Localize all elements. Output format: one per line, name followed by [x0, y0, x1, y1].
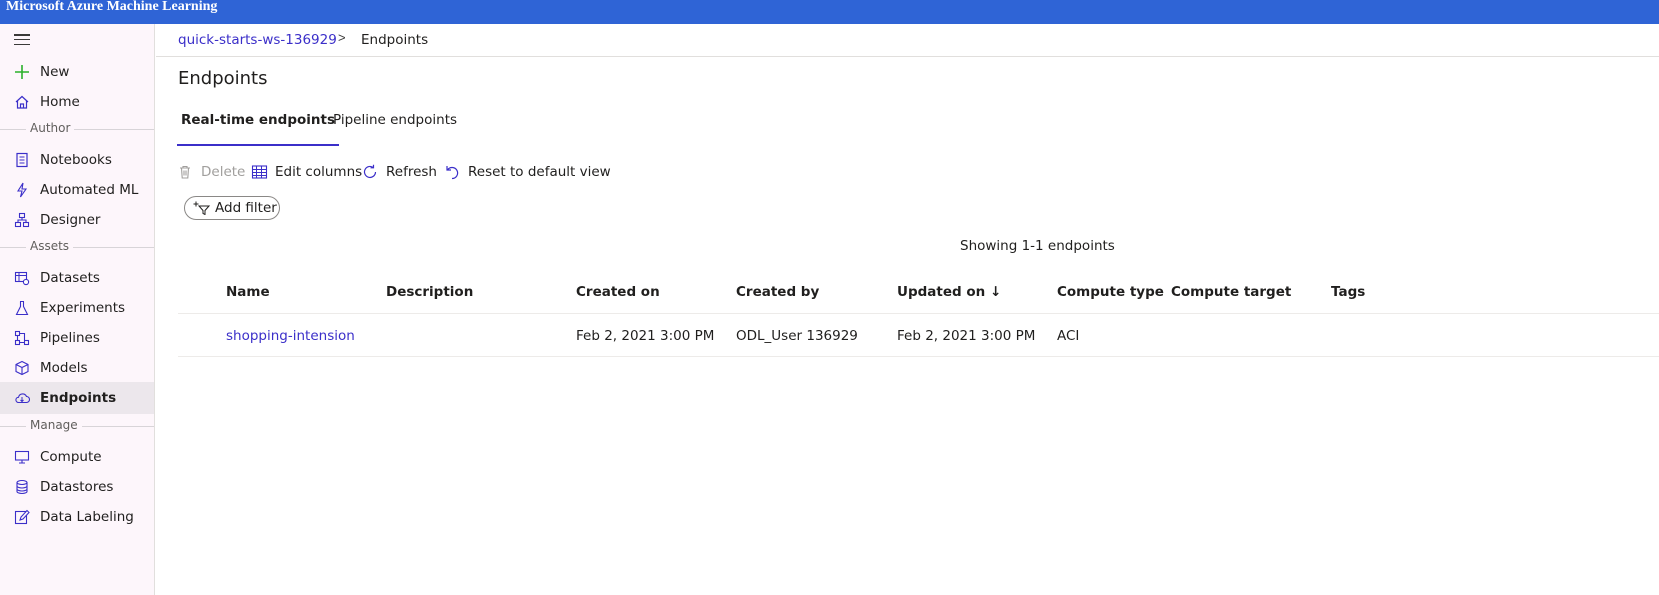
breadcrumb-separator: > [338, 30, 346, 45]
plus-icon [14, 64, 30, 80]
sidebar-item-label: Notebooks [40, 152, 112, 168]
sidebar-item-automated-ml[interactable]: Automated ML [0, 174, 154, 206]
edit-icon [14, 509, 30, 525]
column-header-created-on[interactable]: Created on [576, 284, 660, 300]
dataset-icon [14, 270, 30, 286]
sidebar-item-compute[interactable]: Compute [0, 441, 154, 473]
filter-add-icon [193, 201, 211, 216]
sidebar-item-experiments[interactable]: Experiments [0, 292, 154, 324]
notebook-icon [14, 152, 30, 168]
sidebar-item-label: Home [40, 94, 80, 110]
database-icon [14, 479, 30, 495]
sidebar-item-designer[interactable]: Designer [0, 204, 154, 236]
column-header-created-by[interactable]: Created by [736, 284, 819, 300]
cloud-icon [14, 390, 30, 406]
sidebar-item-label: Models [40, 360, 88, 376]
page-title: Endpoints [178, 68, 268, 89]
flask-icon [14, 300, 30, 316]
sidebar: New Home Author Notebooks Automated ML D… [0, 24, 155, 595]
sidebar-item-label: New [40, 64, 70, 80]
section-author: Author [0, 121, 154, 137]
add-filter-button[interactable]: Add filter [184, 196, 280, 220]
sidebar-item-label: Experiments [40, 300, 126, 316]
cell-compute-type: ACI [1057, 328, 1080, 344]
delete-button[interactable]: Delete [176, 162, 245, 182]
column-header-name[interactable]: Name [226, 284, 270, 300]
home-icon [14, 94, 30, 110]
main-content: quick-starts-ws-136929 > Endpoints Endpo… [156, 24, 1659, 595]
sidebar-item-new[interactable]: New [0, 56, 154, 88]
endpoint-name-link[interactable]: shopping-intension [226, 328, 355, 344]
sidebar-item-endpoints[interactable]: Endpoints [0, 382, 154, 414]
undo-icon [443, 163, 461, 181]
cell-created-by: ODL_User 136929 [736, 328, 858, 344]
designer-icon [14, 212, 30, 228]
refresh-icon [361, 163, 379, 181]
sidebar-item-label: Designer [40, 212, 101, 228]
cube-icon [14, 360, 30, 376]
cell-created-on: Feb 2, 2021 3:00 PM [576, 328, 715, 344]
column-header-compute-target[interactable]: Compute target [1171, 284, 1291, 300]
cell-updated-on: Feb 2, 2021 3:00 PM [897, 328, 1036, 344]
sidebar-item-label: Datastores [40, 479, 114, 495]
trash-icon [176, 163, 194, 181]
table-row[interactable]: shopping-intension Feb 2, 2021 3:00 PM O… [178, 315, 1659, 357]
column-header-tags[interactable]: Tags [1331, 284, 1365, 300]
sidebar-item-label: Compute [40, 449, 102, 465]
sidebar-item-label: Data Labeling [40, 509, 134, 525]
section-label: Assets [26, 239, 74, 253]
pipeline-icon [14, 330, 30, 346]
table-columns-icon [250, 163, 268, 181]
section-label: Author [26, 121, 75, 135]
breadcrumb-current: Endpoints [361, 32, 429, 48]
column-header-updated-on[interactable]: Updated on ↓ [897, 284, 1001, 300]
top-bar: Microsoft Azure Machine Learning [0, 0, 1659, 24]
sidebar-item-models[interactable]: Models [0, 352, 154, 384]
refresh-button[interactable]: Refresh [361, 162, 437, 182]
breadcrumb-workspace-link[interactable]: quick-starts-ws-136929 [178, 32, 337, 48]
edit-columns-label: Edit columns [275, 164, 363, 180]
sidebar-item-label: Automated ML [40, 182, 139, 198]
hamburger-menu-icon[interactable] [14, 34, 30, 48]
add-filter-label: Add filter [215, 200, 277, 216]
sidebar-item-label: Endpoints [40, 390, 117, 406]
section-label: Manage [26, 418, 82, 432]
monitor-icon [14, 449, 30, 465]
reset-label: Reset to default view [468, 164, 611, 180]
tab-real-time-endpoints[interactable]: Real-time endpoints [177, 112, 339, 146]
sidebar-item-data-labeling[interactable]: Data Labeling [0, 501, 154, 533]
sidebar-item-label: Pipelines [40, 330, 100, 346]
sidebar-item-home[interactable]: Home [0, 86, 154, 118]
edit-columns-button[interactable]: Edit columns [250, 162, 362, 182]
showing-count: Showing 1-1 endpoints [960, 238, 1115, 254]
sidebar-item-notebooks[interactable]: Notebooks [0, 144, 154, 176]
tab-pipeline-endpoints[interactable]: Pipeline endpoints [333, 112, 457, 146]
app-title: Microsoft Azure Machine Learning [6, 0, 218, 14]
table-header: Name Description Created on Created by U… [178, 272, 1659, 314]
column-header-description[interactable]: Description [386, 284, 473, 300]
sidebar-item-datastores[interactable]: Datastores [0, 471, 154, 503]
column-header-compute-type[interactable]: Compute type [1057, 284, 1164, 300]
lightning-icon [14, 182, 30, 198]
reset-default-view-button[interactable]: Reset to default view [443, 162, 611, 182]
sidebar-item-datasets[interactable]: Datasets [0, 262, 154, 294]
sidebar-item-pipelines[interactable]: Pipelines [0, 322, 154, 354]
section-assets: Assets [0, 239, 154, 255]
breadcrumb: quick-starts-ws-136929 > Endpoints [156, 24, 1659, 57]
delete-label: Delete [201, 164, 246, 180]
section-manage: Manage [0, 418, 154, 434]
refresh-label: Refresh [386, 164, 437, 180]
sidebar-item-label: Datasets [40, 270, 100, 286]
